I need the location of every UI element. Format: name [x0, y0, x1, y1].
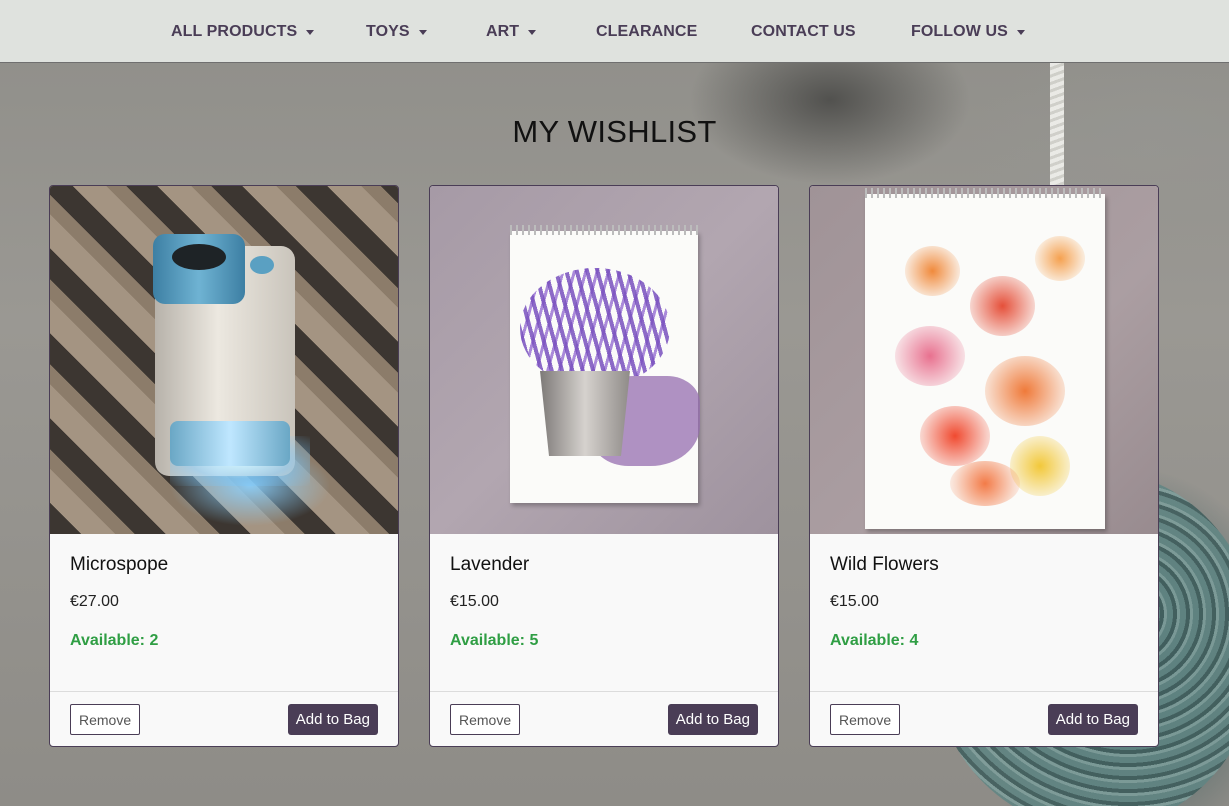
- flower-red: [920, 406, 990, 466]
- product-availability: Available: 5: [450, 632, 539, 649]
- product-name[interactable]: Lavender: [450, 554, 529, 576]
- card-footer: Remove Add to Bag: [430, 691, 778, 746]
- nav-clearance[interactable]: CLEARANCE: [596, 0, 697, 63]
- product-name[interactable]: Microspope: [70, 554, 168, 576]
- add-to-bag-button[interactable]: Add to Bag: [1047, 704, 1138, 735]
- product-availability: Available: 2: [70, 632, 159, 649]
- product-price: €15.00: [830, 593, 879, 610]
- nav-art-label: ART: [486, 22, 520, 40]
- nav-all-products[interactable]: ALL PRODUCTS: [171, 0, 315, 63]
- lavender-painting-photo[interactable]: [430, 186, 778, 534]
- flower-orange: [950, 461, 1020, 506]
- product-price: €27.00: [70, 593, 119, 610]
- flower-pink: [895, 326, 965, 386]
- wishlist-card: Microspope €27.00 Available: 2 Remove Ad…: [49, 185, 399, 747]
- card-footer: Remove Add to Bag: [50, 691, 398, 746]
- microscope-lens: [172, 244, 226, 270]
- nav-clearance-label: CLEARANCE: [596, 22, 698, 40]
- wishlist-card: Lavender €15.00 Available: 5 Remove Add …: [429, 185, 779, 747]
- caret-down-icon: [306, 29, 315, 35]
- flower-red: [970, 276, 1035, 336]
- nav-contact-us-label: CONTACT US: [751, 22, 856, 40]
- wishlist-card: Wild Flowers €15.00 Available: 4 Remove …: [809, 185, 1159, 747]
- nav-all-products-label: ALL PRODUCTS: [171, 22, 298, 40]
- remove-button[interactable]: Remove: [830, 704, 901, 735]
- nav-toys[interactable]: TOYS: [366, 0, 427, 63]
- main-navbar: ALL PRODUCTS TOYS ART CLEARANCE CONTACT …: [0, 0, 1229, 63]
- nav-follow-us-label: FOLLOW US: [911, 22, 1008, 40]
- product-name[interactable]: Wild Flowers: [830, 554, 939, 576]
- card-footer: Remove Add to Bag: [810, 691, 1158, 746]
- sketchbook-spiral: [865, 188, 1105, 198]
- microscope-button: [250, 256, 274, 274]
- add-to-bag-button[interactable]: Add to Bag: [287, 704, 378, 735]
- microscope-base: [170, 421, 290, 466]
- product-availability: Available: 4: [830, 632, 919, 649]
- flower-orange: [1035, 236, 1085, 281]
- caret-down-icon: [418, 29, 427, 35]
- nav-art[interactable]: ART: [486, 0, 537, 63]
- lavender-bucket: [540, 371, 630, 456]
- page-title: MY WISHLIST: [512, 114, 717, 149]
- caret-down-icon: [1016, 29, 1025, 35]
- caret-down-icon: [528, 29, 537, 35]
- wildflowers-painting-photo[interactable]: [810, 186, 1158, 534]
- flower-orange: [905, 246, 960, 296]
- microscope-photo[interactable]: [50, 186, 398, 534]
- nav-contact-us[interactable]: CONTACT US: [751, 0, 856, 63]
- flower-orange: [985, 356, 1065, 426]
- add-to-bag-button[interactable]: Add to Bag: [667, 704, 758, 735]
- nav-follow-us[interactable]: FOLLOW US: [911, 0, 1025, 63]
- sketchbook-spiral: [510, 225, 698, 235]
- nav-toys-label: TOYS: [366, 22, 410, 40]
- remove-button[interactable]: Remove: [450, 704, 521, 735]
- product-price: €15.00: [450, 593, 499, 610]
- remove-button[interactable]: Remove: [70, 704, 141, 735]
